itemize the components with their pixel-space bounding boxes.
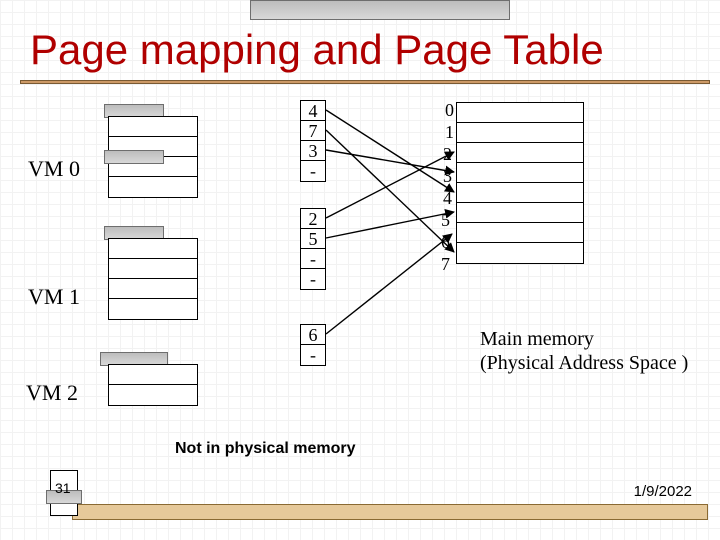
memory-caption-1: Main memory (480, 328, 594, 351)
page-table-0: 4 7 3 - (300, 100, 326, 182)
pt0-row3: - (301, 161, 325, 181)
pt0-row2: 3 (301, 141, 325, 161)
slide-number: 31 (55, 480, 71, 496)
diagram-stage: VM 0 VM 1 VM 2 4 7 3 - 2 5 - - 6 - 0 1 2… (0, 0, 720, 540)
frame-label-6: 6 (436, 232, 450, 253)
vm2-label: VM 2 (26, 380, 78, 406)
frame-label-2: 2 (438, 144, 452, 165)
frame-label-5: 5 (436, 210, 450, 231)
pt2-row1: - (301, 345, 325, 365)
vm2-block (108, 364, 198, 406)
vm1-label: VM 1 (28, 284, 80, 310)
frame-label-3: 3 (438, 166, 452, 187)
footer-bar (72, 504, 708, 520)
pt1-row0: 2 (301, 209, 325, 229)
frame-label-7: 7 (436, 254, 450, 275)
frame-label-4: 4 (438, 188, 452, 209)
pt0-row1: 7 (301, 121, 325, 141)
pt0-row0: 4 (301, 101, 325, 121)
main-memory (456, 102, 584, 264)
vm0-label: VM 0 (28, 156, 80, 182)
memory-caption-2: (Physical Address Space ) (480, 352, 688, 375)
vm1-block (108, 238, 198, 320)
pt2-row0: 6 (301, 325, 325, 345)
note-not-in-memory: Not in physical memory (175, 440, 356, 458)
frame-label-0: 0 (440, 100, 454, 121)
vm0-decor-cap-mid (104, 150, 164, 164)
pt1-row3: - (301, 269, 325, 289)
pt1-row2: - (301, 249, 325, 269)
page-table-1: 2 5 - - (300, 208, 326, 290)
slide-date: 1/9/2022 (634, 483, 692, 500)
pt1-row1: 5 (301, 229, 325, 249)
page-table-2: 6 - (300, 324, 326, 366)
frame-label-1: 1 (440, 122, 454, 143)
